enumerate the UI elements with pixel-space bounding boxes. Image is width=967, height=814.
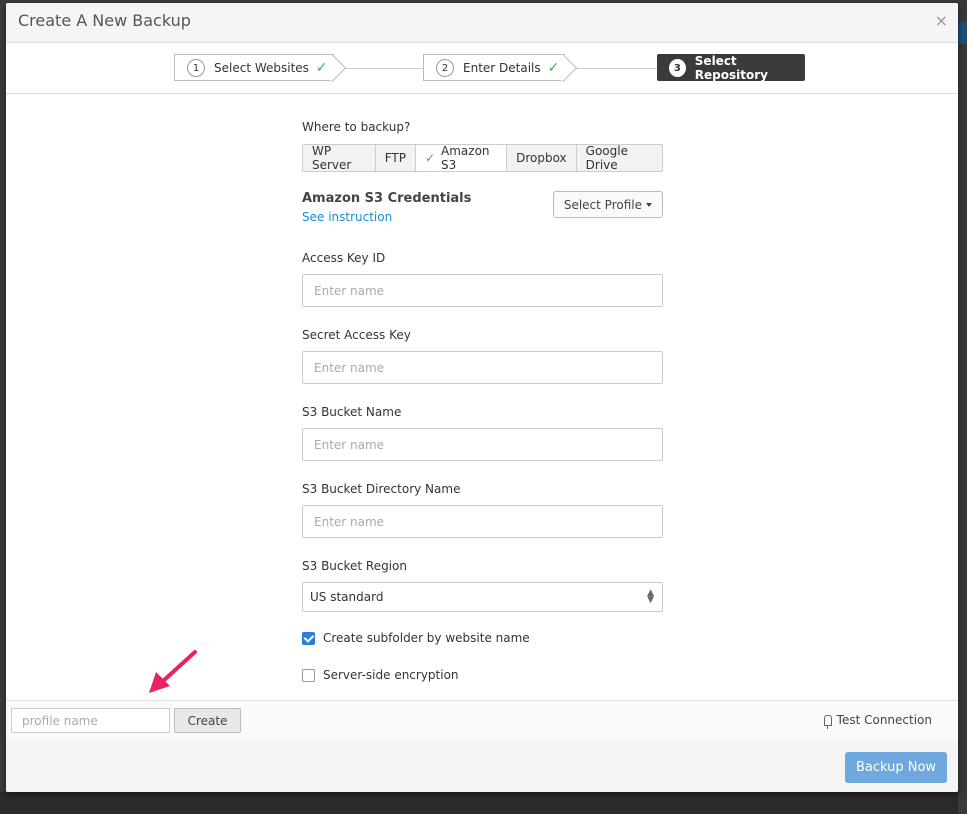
plug-icon xyxy=(823,714,832,729)
action-footer: Backup Now xyxy=(6,741,958,792)
bucket-dir-label: S3 Bucket Directory Name xyxy=(302,482,461,496)
step-number: 3 xyxy=(669,58,686,77)
step-select-repository[interactable]: 3 Select Repository xyxy=(657,53,805,82)
access-key-input[interactable] xyxy=(302,274,663,307)
encryption-checkbox[interactable] xyxy=(302,668,315,682)
step-number: 2 xyxy=(436,58,454,77)
check-icon: ✓ xyxy=(315,59,328,76)
step-connector xyxy=(341,68,424,69)
profile-footer: Create Test Connection xyxy=(6,700,958,742)
modal-title: Create A New Backup xyxy=(18,11,191,30)
destination-selector: WP Server FTP ✓ Amazon S3 Dropbox Google… xyxy=(302,144,663,172)
repository-form: Where to backup? WP Server FTP ✓ Amazon … xyxy=(302,93,663,682)
step-label: Enter Details xyxy=(463,60,541,75)
step-select-websites[interactable]: 1 Select Websites ✓ xyxy=(174,54,334,81)
bucket-name-label: S3 Bucket Name xyxy=(302,405,402,419)
modal-body: Where to backup? WP Server FTP ✓ Amazon … xyxy=(6,93,958,700)
destination-ftp[interactable]: FTP xyxy=(374,144,416,172)
step-connector xyxy=(572,68,658,69)
check-icon: ✓ xyxy=(424,151,436,165)
destination-label: Amazon S3 xyxy=(441,144,490,172)
encryption-label: Server-side encryption xyxy=(323,668,459,682)
select-profile-label: Select Profile xyxy=(563,197,642,212)
backdrop-corner xyxy=(958,22,967,44)
region-select[interactable]: US standard ▲ ▼ xyxy=(302,582,663,612)
credentials-header: Amazon S3 Credentials See instruction Se… xyxy=(302,191,663,237)
where-label: Where to backup? xyxy=(302,120,411,134)
updown-icon: ▲ ▼ xyxy=(647,588,654,605)
destination-amazon-s3[interactable]: ✓ Amazon S3 xyxy=(414,144,508,172)
step-number: 1 xyxy=(187,58,205,77)
backdrop-bottom xyxy=(0,792,967,814)
pointer-arrow-icon xyxy=(149,650,197,693)
modal-header: Create A New Backup × xyxy=(6,3,958,43)
region-value: US standard xyxy=(310,590,384,604)
destination-wp-server[interactable]: WP Server xyxy=(302,144,376,172)
close-icon[interactable]: × xyxy=(935,12,948,30)
caret-down-icon xyxy=(646,202,652,207)
create-profile-button[interactable]: Create xyxy=(174,708,241,733)
encryption-option[interactable]: Server-side encryption xyxy=(302,668,663,682)
subfolder-option[interactable]: Create subfolder by website name xyxy=(302,631,663,645)
region-label: S3 Bucket Region xyxy=(302,559,408,573)
bucket-name-input[interactable] xyxy=(302,428,663,461)
access-key-label: Access Key ID xyxy=(302,251,386,265)
secret-key-label: Secret Access Key xyxy=(302,328,411,342)
stepper: 1 Select Websites ✓ 2 Enter Details ✓ 3 … xyxy=(6,43,958,94)
step-label: Select Websites xyxy=(214,60,309,75)
bucket-dir-input[interactable] xyxy=(302,505,663,538)
check-icon: ✓ xyxy=(547,59,560,76)
backdrop-right xyxy=(958,0,967,814)
profile-name-input[interactable] xyxy=(11,708,170,733)
select-profile-button[interactable]: Select Profile xyxy=(552,191,663,218)
test-connection-button[interactable]: Test Connection xyxy=(823,713,932,729)
backup-now-button[interactable]: Backup Now xyxy=(845,752,947,783)
secret-key-input[interactable] xyxy=(302,351,663,384)
destination-google-drive[interactable]: Google Drive xyxy=(575,144,663,172)
test-connection-label: Test Connection xyxy=(836,713,932,727)
subfolder-label: Create subfolder by website name xyxy=(323,631,530,645)
destination-dropbox[interactable]: Dropbox xyxy=(506,144,577,172)
step-enter-details[interactable]: 2 Enter Details ✓ xyxy=(423,54,565,81)
step-label: Select Repository xyxy=(694,53,768,82)
subfolder-checkbox[interactable] xyxy=(302,631,315,645)
